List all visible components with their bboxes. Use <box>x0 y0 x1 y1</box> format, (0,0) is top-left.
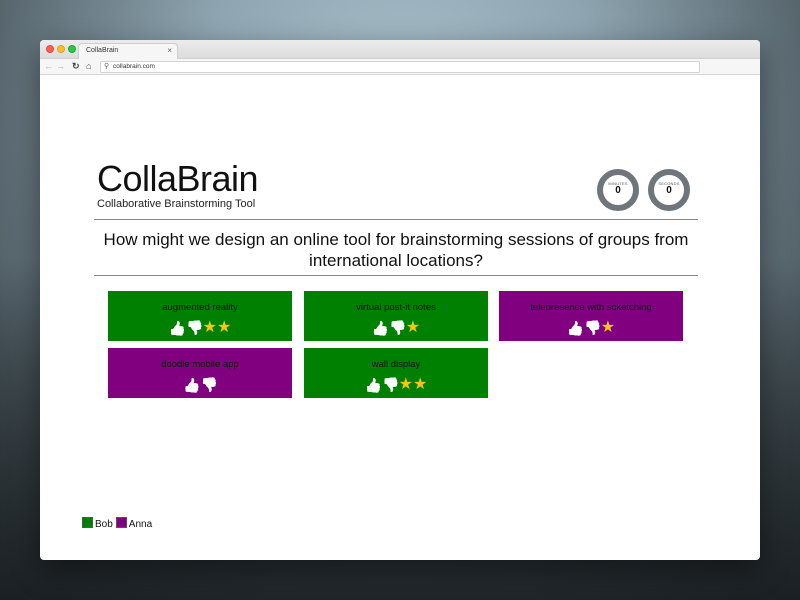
idea-card[interactable]: telepresence with scketching 👍👍★ <box>499 291 683 341</box>
idea-text: telepresence with scketching <box>530 302 652 313</box>
thumbs-up-icon[interactable]: 👍 <box>169 320 186 336</box>
url-text: collabrain.com <box>113 63 155 70</box>
page-subtitle: Collaborative Brainstorming Tool <box>97 198 256 210</box>
brainstorm-question: How might we design an online tool for b… <box>103 230 689 270</box>
legend-swatch-anna <box>115 517 127 528</box>
thumbs-up-icon[interactable]: 👍 <box>567 320 584 336</box>
thumbs-up-icon[interactable]: 👍 <box>365 377 382 393</box>
tab-close-icon[interactable]: × <box>167 46 172 55</box>
seconds-timer: SECONDS 0 <box>648 169 690 211</box>
legend-swatch-bob <box>82 517 93 528</box>
idea-actions: 👍👍★★ <box>108 319 292 337</box>
thumbs-down-icon[interactable]: 👍 <box>186 320 203 336</box>
idea-card[interactable]: augmented reality 👍👍★★ <box>108 291 292 341</box>
idea-card[interactable]: doodle mobile app 👍👍 <box>108 348 292 398</box>
idea-card[interactable]: wall display 👍👍★★ <box>304 348 488 398</box>
thumbs-down-icon[interactable]: 👍 <box>382 377 399 393</box>
star-rating: ★ <box>600 318 616 336</box>
minutes-timer: MINUTES 0 <box>597 169 639 211</box>
idea-actions: 👍👍 <box>108 376 292 394</box>
search-icon: ⚲ <box>104 63 110 70</box>
browser-window: CollaBrain × ← → ↻ ⌂ ⚲ collabrain.com Co… <box>40 40 760 560</box>
star-rating: ★★ <box>398 375 428 393</box>
maximize-window-button[interactable] <box>68 45 76 53</box>
home-icon[interactable]: ⌂ <box>86 61 91 72</box>
user-legend: Bob Anna <box>82 517 155 530</box>
thumbs-up-icon[interactable]: 👍 <box>183 377 200 393</box>
idea-actions: 👍👍★ <box>499 319 683 337</box>
star-rating: ★ <box>405 318 421 336</box>
star-rating: ★★ <box>202 318 232 336</box>
close-window-button[interactable] <box>46 45 54 53</box>
address-bar[interactable]: ⚲ collabrain.com <box>100 61 700 73</box>
tab-title: CollaBrain <box>86 47 119 54</box>
title-bar: CollaBrain × <box>40 40 760 59</box>
minutes-value: 0 <box>615 185 621 196</box>
thumbs-down-icon[interactable]: 👍 <box>389 320 406 336</box>
idea-actions: 👍👍★★ <box>304 376 488 394</box>
page-content: CollaBrain Collaborative Brainstorming T… <box>40 75 760 560</box>
back-arrow-icon[interactable]: ← <box>44 61 53 72</box>
minimize-window-button[interactable] <box>57 45 65 53</box>
browser-toolbar: ← → ↻ ⌂ ⚲ collabrain.com <box>40 59 760 75</box>
forward-arrow-icon[interactable]: → <box>56 61 65 72</box>
browser-tab[interactable]: CollaBrain × <box>78 43 178 59</box>
idea-text: doodle mobile app <box>161 359 239 370</box>
idea-card[interactable]: virtual post-it notes 👍👍★ <box>304 291 488 341</box>
thumbs-down-icon[interactable]: 👍 <box>201 377 218 393</box>
thumbs-down-icon[interactable]: 👍 <box>584 320 601 336</box>
page-title: CollaBrain <box>97 158 259 199</box>
legend-label-bob: Bob <box>95 519 113 530</box>
idea-text: wall display <box>371 359 421 370</box>
reload-icon[interactable]: ↻ <box>72 61 80 72</box>
thumbs-up-icon[interactable]: 👍 <box>372 320 389 336</box>
seconds-value: 0 <box>666 185 672 196</box>
idea-text: virtual post-it notes <box>356 302 436 313</box>
legend-label-anna: Anna <box>128 519 153 530</box>
idea-actions: 👍👍★ <box>304 319 488 337</box>
divider <box>94 275 698 276</box>
divider <box>94 219 698 220</box>
idea-text: augmented reality <box>162 302 238 313</box>
